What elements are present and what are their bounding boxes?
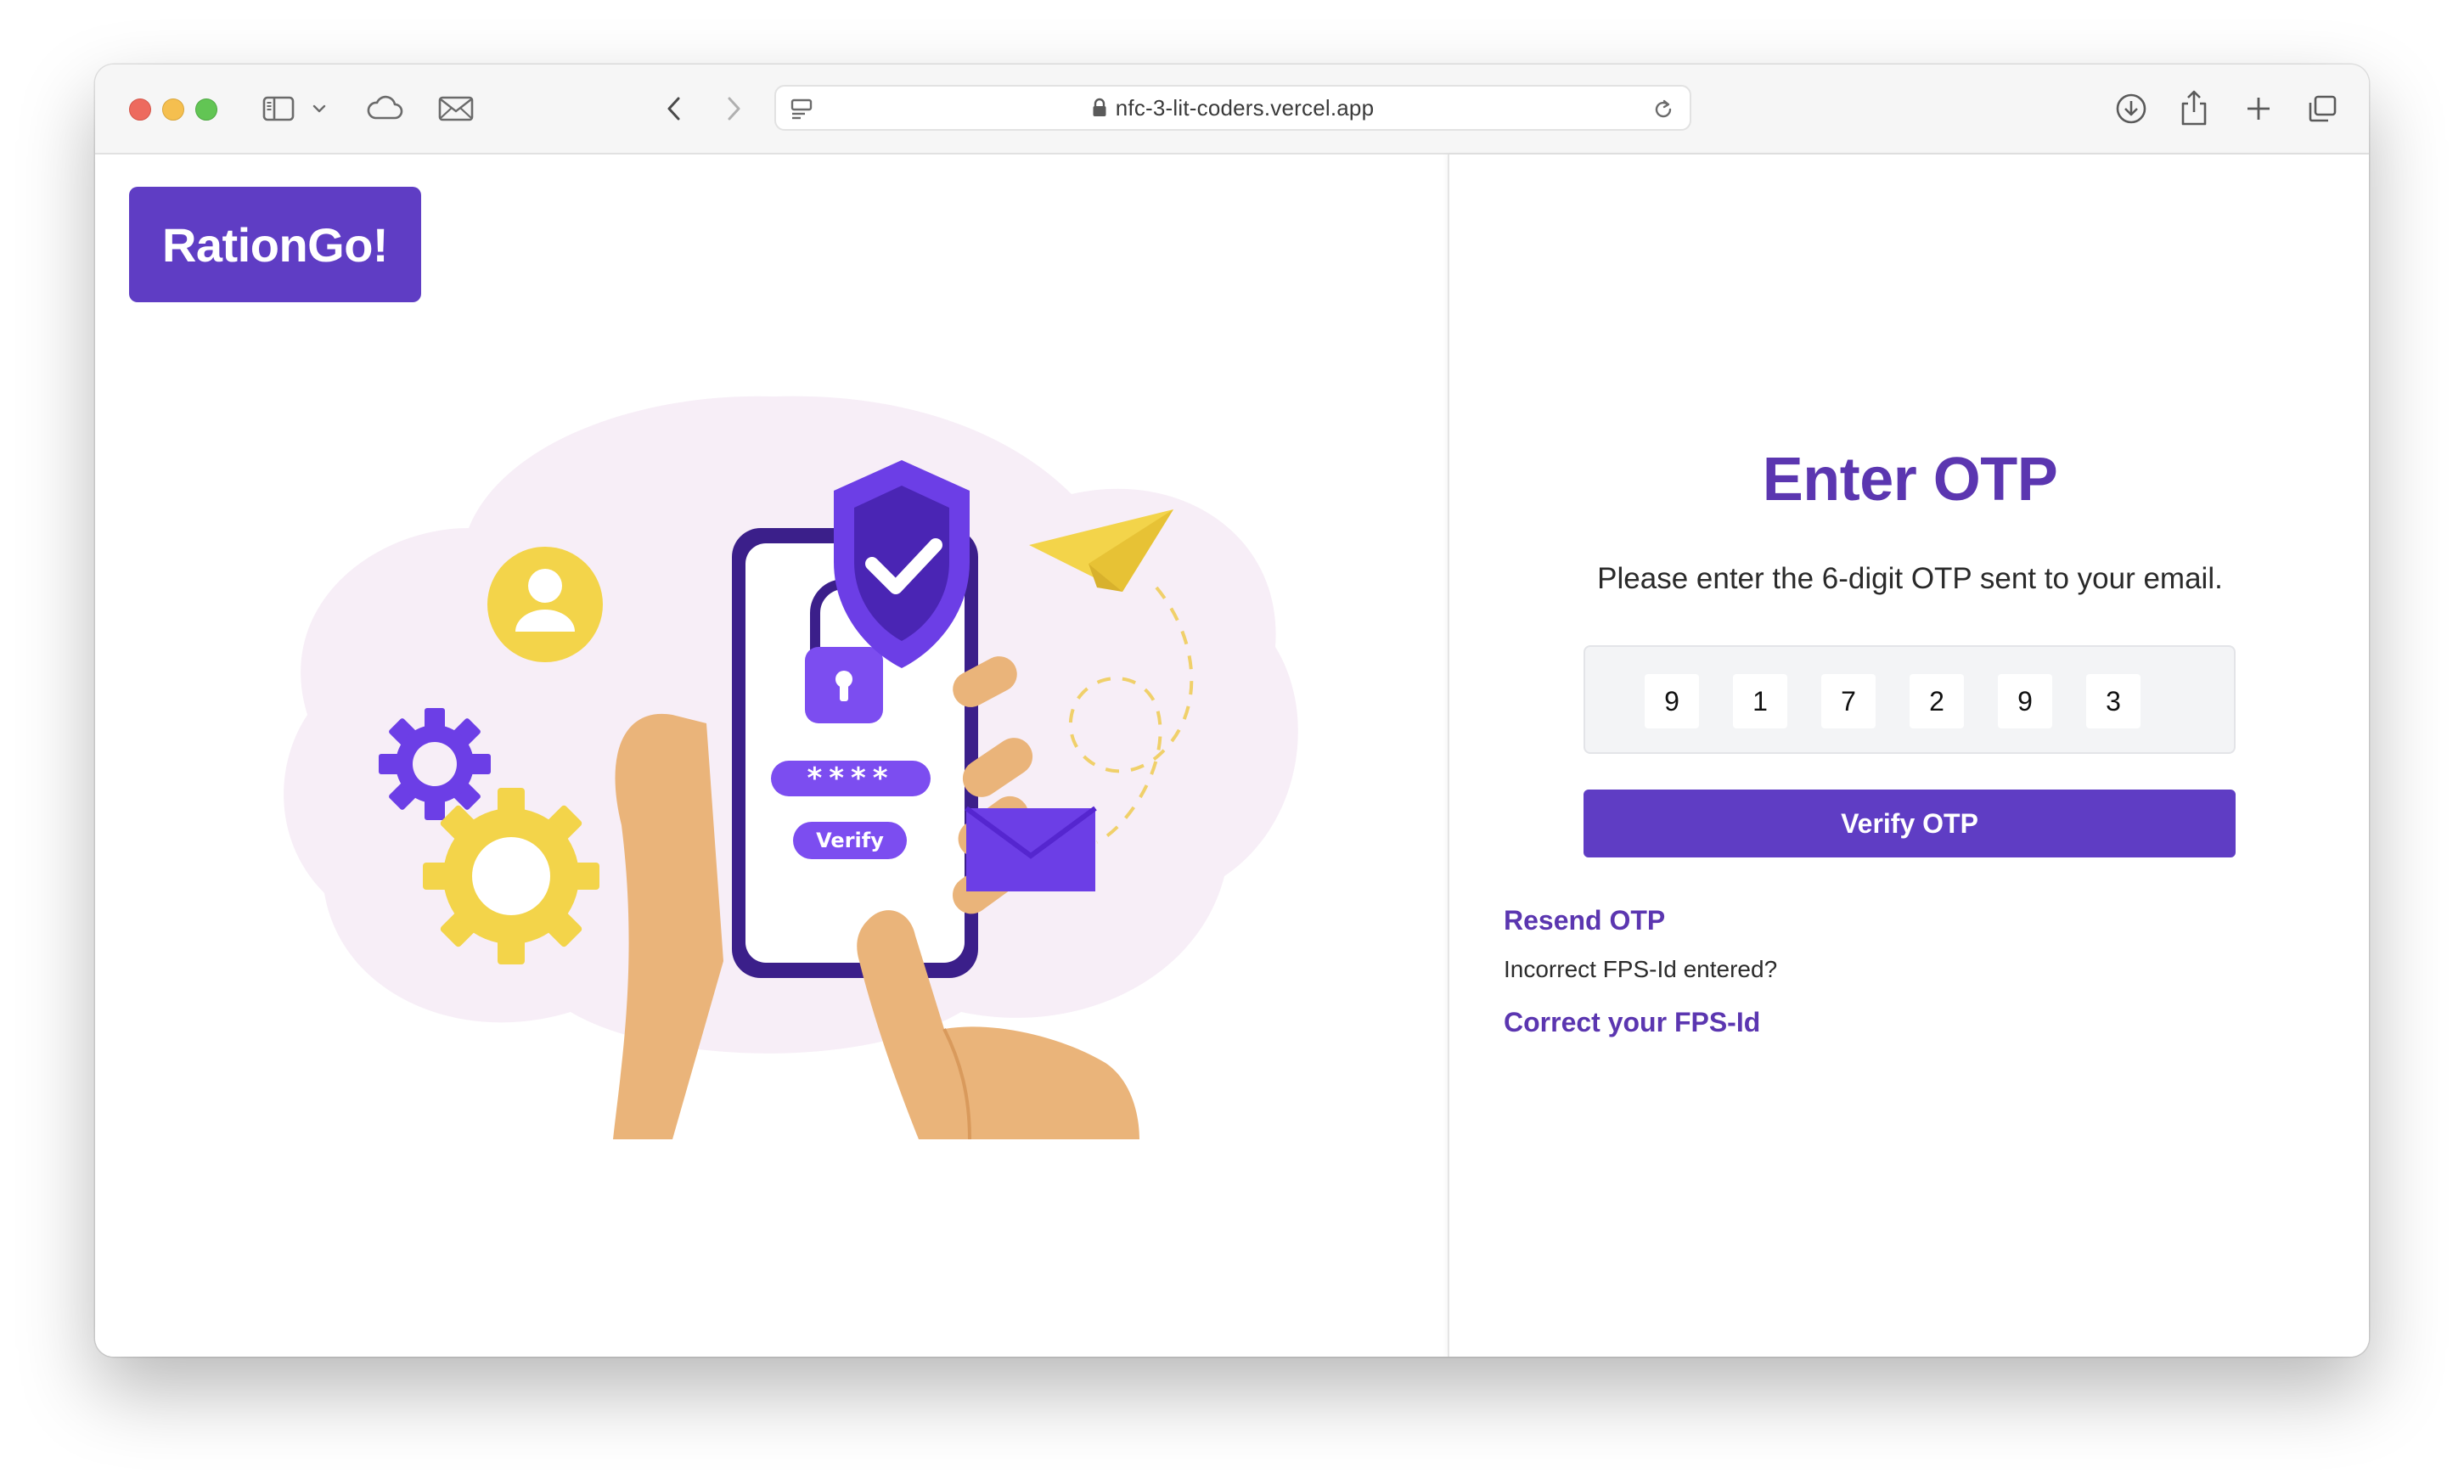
browser-window: nfc-3-lit-coders.vercel.app RationGo! **… [95, 65, 2369, 1357]
otp-digit-1[interactable]: 9 [1645, 674, 1699, 728]
page-content: RationGo! **** Verify Enter OTP Please e… [95, 155, 2369, 1357]
brand-logo[interactable]: RationGo! [129, 187, 421, 302]
otp-instructions: Please enter the 6-digit OTP sent to you… [1597, 562, 2223, 595]
otp-digit-3[interactable]: 7 [1821, 674, 1876, 728]
url-text: nfc-3-lit-coders.vercel.app [1115, 94, 1375, 121]
otp-panel: Enter OTP Please enter the 6-digit OTP s… [1448, 155, 2369, 1357]
verify-otp-button[interactable]: Verify OTP [1584, 790, 2236, 857]
otp-digit-5[interactable]: 9 [1998, 674, 2052, 728]
address-bar[interactable]: nfc-3-lit-coders.vercel.app [774, 85, 1691, 131]
purple-gear-icon [379, 708, 491, 820]
chevron-down-icon[interactable] [309, 100, 329, 117]
back-icon[interactable] [659, 92, 689, 126]
share-icon[interactable] [2177, 87, 2211, 129]
forward-icon[interactable] [718, 92, 749, 126]
envelope-icon [965, 806, 1097, 891]
resend-otp-link[interactable]: Resend OTP [1504, 905, 1665, 936]
close-window-button[interactable] [129, 98, 151, 121]
otp-input-group: 9 1 7 2 9 3 [1584, 645, 2236, 754]
sidebar-toggle-icon[interactable] [260, 93, 297, 124]
new-tab-icon[interactable] [2242, 92, 2276, 126]
downloads-icon[interactable] [2112, 90, 2150, 127]
tab-overview-icon[interactable] [2304, 92, 2340, 126]
minimize-window-button[interactable] [162, 98, 184, 121]
page-title: Enter OTP [1762, 446, 2058, 514]
yellow-gear-icon [423, 788, 599, 964]
password-mask: **** [807, 762, 894, 795]
otp-digit-2[interactable]: 1 [1733, 674, 1787, 728]
icloud-icon[interactable] [363, 92, 406, 126]
zoom-window-button[interactable] [195, 98, 217, 121]
otp-digit-6[interactable]: 3 [2086, 674, 2141, 728]
correct-fps-link[interactable]: Correct your FPS-Id [1504, 1007, 1760, 1038]
otp-illustration: **** Verify [180, 316, 1496, 1140]
incorrect-fps-text: Incorrect FPS-Id entered? [1504, 956, 1778, 982]
lock-icon [1092, 98, 1107, 118]
reload-icon[interactable] [1651, 97, 1676, 122]
browser-toolbar: nfc-3-lit-coders.vercel.app [95, 65, 2369, 155]
otp-digit-4[interactable]: 2 [1910, 674, 1964, 728]
mail-icon[interactable] [436, 93, 475, 124]
holding-hand [613, 713, 723, 1139]
desktop-background: nfc-3-lit-coders.vercel.app RationGo! **… [0, 0, 2464, 1484]
phone-verify-label: Verify [816, 829, 884, 852]
user-badge-icon [487, 547, 603, 662]
